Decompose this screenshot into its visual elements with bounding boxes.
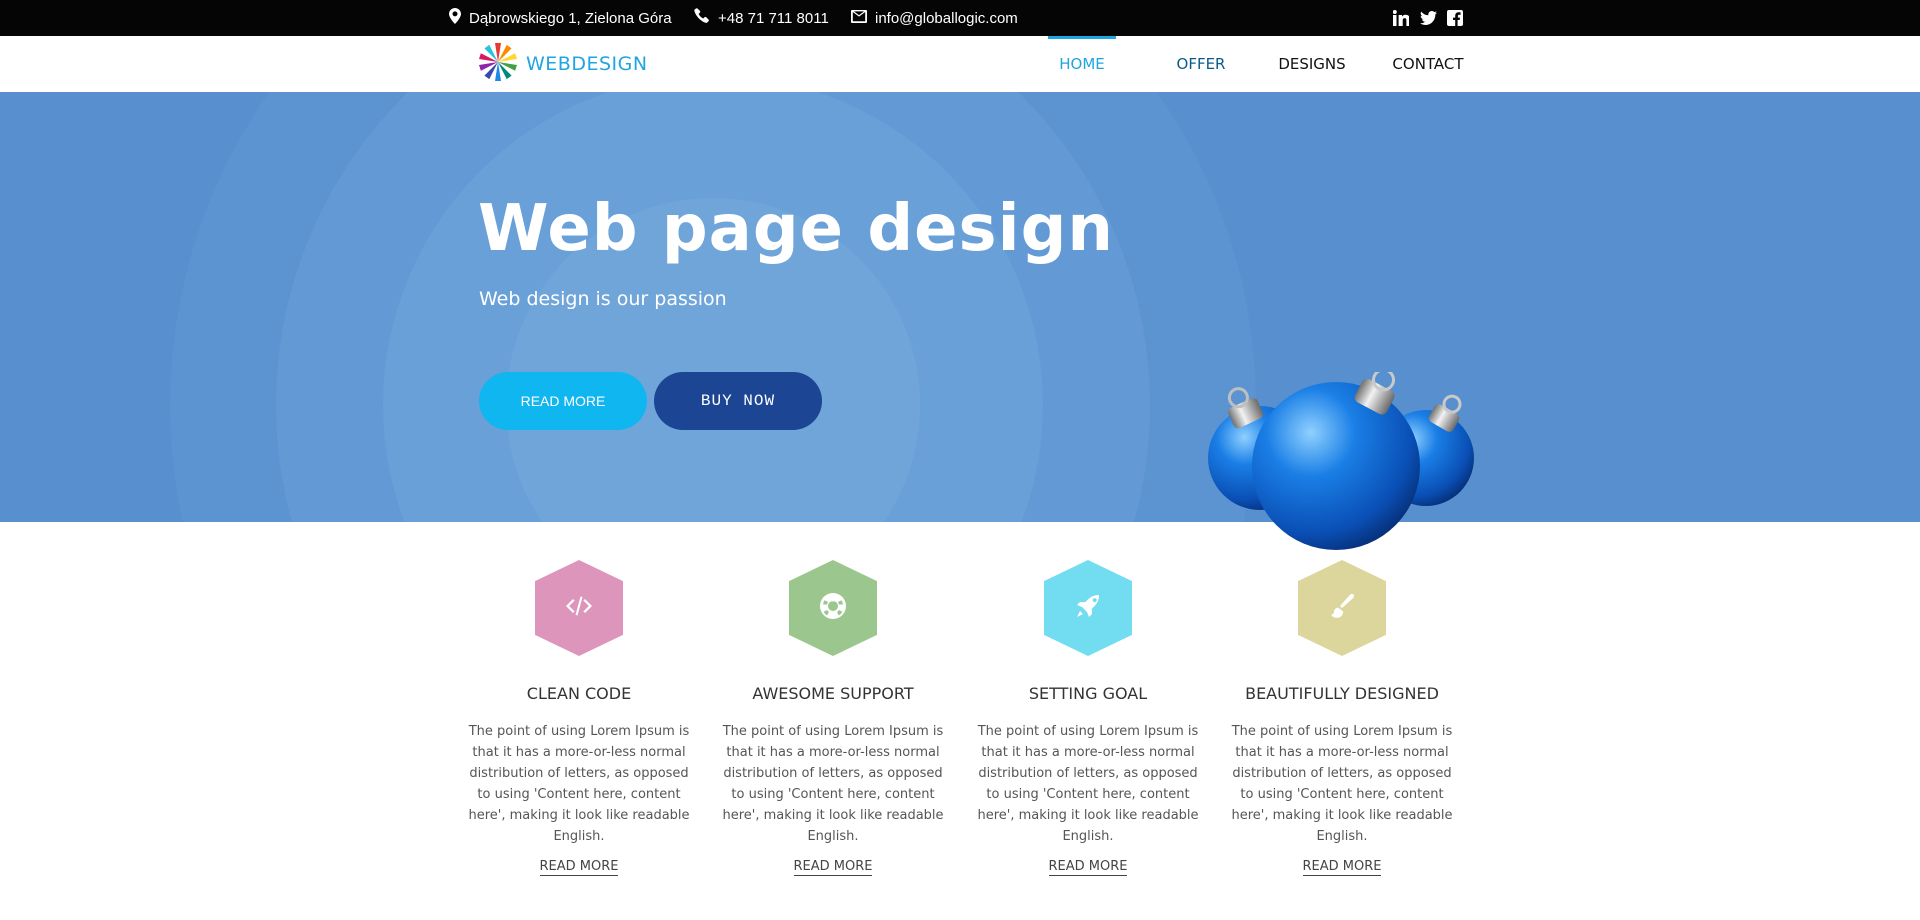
map-pin-icon [449, 8, 461, 28]
feature-card: AWESOME SUPPORT The point of using Lorem… [718, 560, 948, 876]
site-logo[interactable]: WEBDESIGN [478, 41, 648, 88]
feature-icon-badge [789, 560, 877, 656]
feature-card: CLEAN CODE The point of using Lorem Ipsu… [464, 560, 694, 876]
nav-item-contact[interactable]: CONTACT [1386, 36, 1470, 92]
social-links [1392, 0, 1464, 36]
nav-item-offer[interactable]: OFFER [1166, 36, 1236, 92]
feature-icon-badge [1044, 560, 1132, 656]
phone-icon [694, 8, 710, 28]
life-ring-icon [820, 592, 846, 624]
phone-item[interactable]: +48 71 711 8011 [694, 0, 829, 36]
feature-card: SETTING GOAL The point of using Lorem Ip… [973, 560, 1203, 876]
main-navigation: WEBDESIGN HOME OFFER DESIGNS CONTACT [0, 36, 1920, 92]
feature-read-more-link[interactable]: READ MORE [1048, 859, 1128, 876]
feature-icon-badge [535, 560, 623, 656]
rocket-icon [1075, 593, 1101, 624]
feature-icon-badge [1298, 560, 1386, 656]
feature-title: CLEAN CODE [526, 684, 632, 703]
read-more-button[interactable]: READ MORE [479, 372, 647, 430]
logo-text: WEBDESIGN [526, 53, 648, 75]
code-icon [564, 595, 594, 622]
feature-read-more-link[interactable]: READ MORE [793, 859, 873, 876]
address-item: Dąbrowskiego 1, Zielona Góra [449, 0, 672, 36]
email-item[interactable]: info@globallogic.com [851, 0, 1018, 36]
nav-item-home[interactable]: HOME [1048, 36, 1116, 92]
envelope-icon [851, 9, 867, 27]
paint-brush-icon [1329, 593, 1355, 624]
twitter-icon[interactable] [1419, 9, 1437, 27]
feature-card: BEAUTIFULLY DESIGNED The point of using … [1227, 560, 1457, 876]
feature-title: BEAUTIFULLY DESIGNED [1245, 684, 1439, 703]
feature-read-more-link[interactable]: READ MORE [539, 859, 619, 876]
nav-item-designs[interactable]: DESIGNS [1272, 36, 1352, 92]
linkedin-icon[interactable] [1392, 9, 1410, 27]
facebook-icon[interactable] [1446, 9, 1464, 27]
hero-banner: Web page design Web design is our passio… [0, 92, 1920, 522]
feature-title: SETTING GOAL [1028, 684, 1148, 703]
buy-now-button[interactable]: BUY NOW [654, 372, 822, 430]
pinwheel-logo-icon [478, 41, 518, 88]
feature-description: The point of using Lorem Ipsum is that i… [468, 724, 690, 844]
email-text: info@globallogic.com [875, 9, 1018, 27]
feature-title: AWESOME SUPPORT [752, 684, 914, 703]
christmas-ornaments-image [1190, 368, 1490, 562]
top-info-bar: Dąbrowskiego 1, Zielona Góra +48 71 711 … [0, 0, 1920, 36]
phone-text: +48 71 711 8011 [718, 9, 829, 27]
feature-description: The point of using Lorem Ipsum is that i… [977, 724, 1199, 844]
hero-title: Web page design [478, 192, 1114, 266]
address-text: Dąbrowskiego 1, Zielona Góra [469, 9, 672, 27]
hero-subtitle: Web design is our passion [479, 288, 727, 310]
feature-description: The point of using Lorem Ipsum is that i… [722, 724, 944, 844]
feature-read-more-link[interactable]: READ MORE [1302, 859, 1382, 876]
feature-description: The point of using Lorem Ipsum is that i… [1231, 724, 1453, 844]
